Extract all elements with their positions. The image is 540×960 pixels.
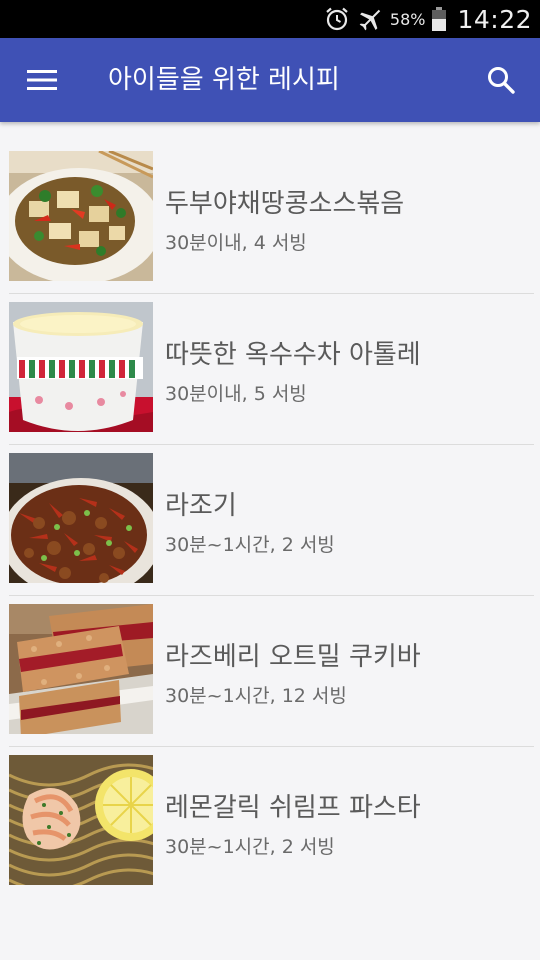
divider [9, 746, 534, 747]
recipe-thumbnail [9, 302, 153, 432]
list-item[interactable]: 라즈베리 오트밀 쿠키바 30분~1시간, 12 서빙 [0, 604, 540, 755]
recipe-meta: 30분이내, 4 서빙 [165, 232, 307, 254]
clock: 14:22 [457, 4, 532, 34]
divider [9, 293, 534, 294]
status-icons: 58% 14:22 [324, 0, 532, 38]
recipe-title: 두부야채땅콩소스볶음 [165, 189, 405, 219]
battery-percent: 58% [389, 9, 426, 29]
list-item[interactable]: 두부야채땅콩소스볶음 30분이내, 4 서빙 [0, 151, 540, 302]
search-button[interactable] [476, 58, 526, 102]
divider [9, 444, 534, 445]
recipe-thumbnail [9, 151, 153, 281]
recipe-title: 따뜻한 옥수수차 아톨레 [165, 340, 421, 370]
recipe-meta: 30분~1시간, 12 서빙 [165, 685, 347, 707]
search-icon [488, 67, 515, 94]
status-bar: 58% 14:22 [0, 0, 540, 38]
list-item[interactable]: 라조기 30분~1시간, 2 서빙 [0, 453, 540, 604]
battery-icon [431, 6, 447, 32]
app-bar: 아이들을 위한 레시피 [0, 38, 540, 122]
recipe-thumbnail [9, 755, 153, 885]
alarm-icon [324, 6, 350, 32]
list-item[interactable]: 레몬갈릭 쉬림프 파스타 30분~1시간, 2 서빙 [0, 755, 540, 906]
recipe-thumbnail [9, 453, 153, 583]
recipe-meta: 30분~1시간, 2 서빙 [165, 836, 335, 858]
recipe-title: 라즈베리 오트밀 쿠키바 [165, 642, 421, 672]
list-item[interactable]: 따뜻한 옥수수차 아톨레 30분이내, 5 서빙 [0, 302, 540, 453]
page-title: 아이들을 위한 레시피 [108, 65, 340, 95]
recipe-list: 두부야채땅콩소스볶음 30분이내, 4 서빙 따뜻한 옥수수차 아톨레 30분이… [0, 151, 540, 906]
recipe-meta: 30분이내, 5 서빙 [165, 383, 307, 405]
menu-icon [27, 70, 57, 90]
menu-button[interactable] [14, 58, 70, 102]
recipe-thumbnail [9, 604, 153, 734]
divider [9, 595, 534, 596]
recipe-meta: 30분~1시간, 2 서빙 [165, 534, 335, 556]
recipe-title: 라조기 [165, 491, 237, 521]
recipe-title: 레몬갈릭 쉬림프 파스타 [165, 793, 421, 823]
airplane-mode-icon [356, 5, 384, 33]
